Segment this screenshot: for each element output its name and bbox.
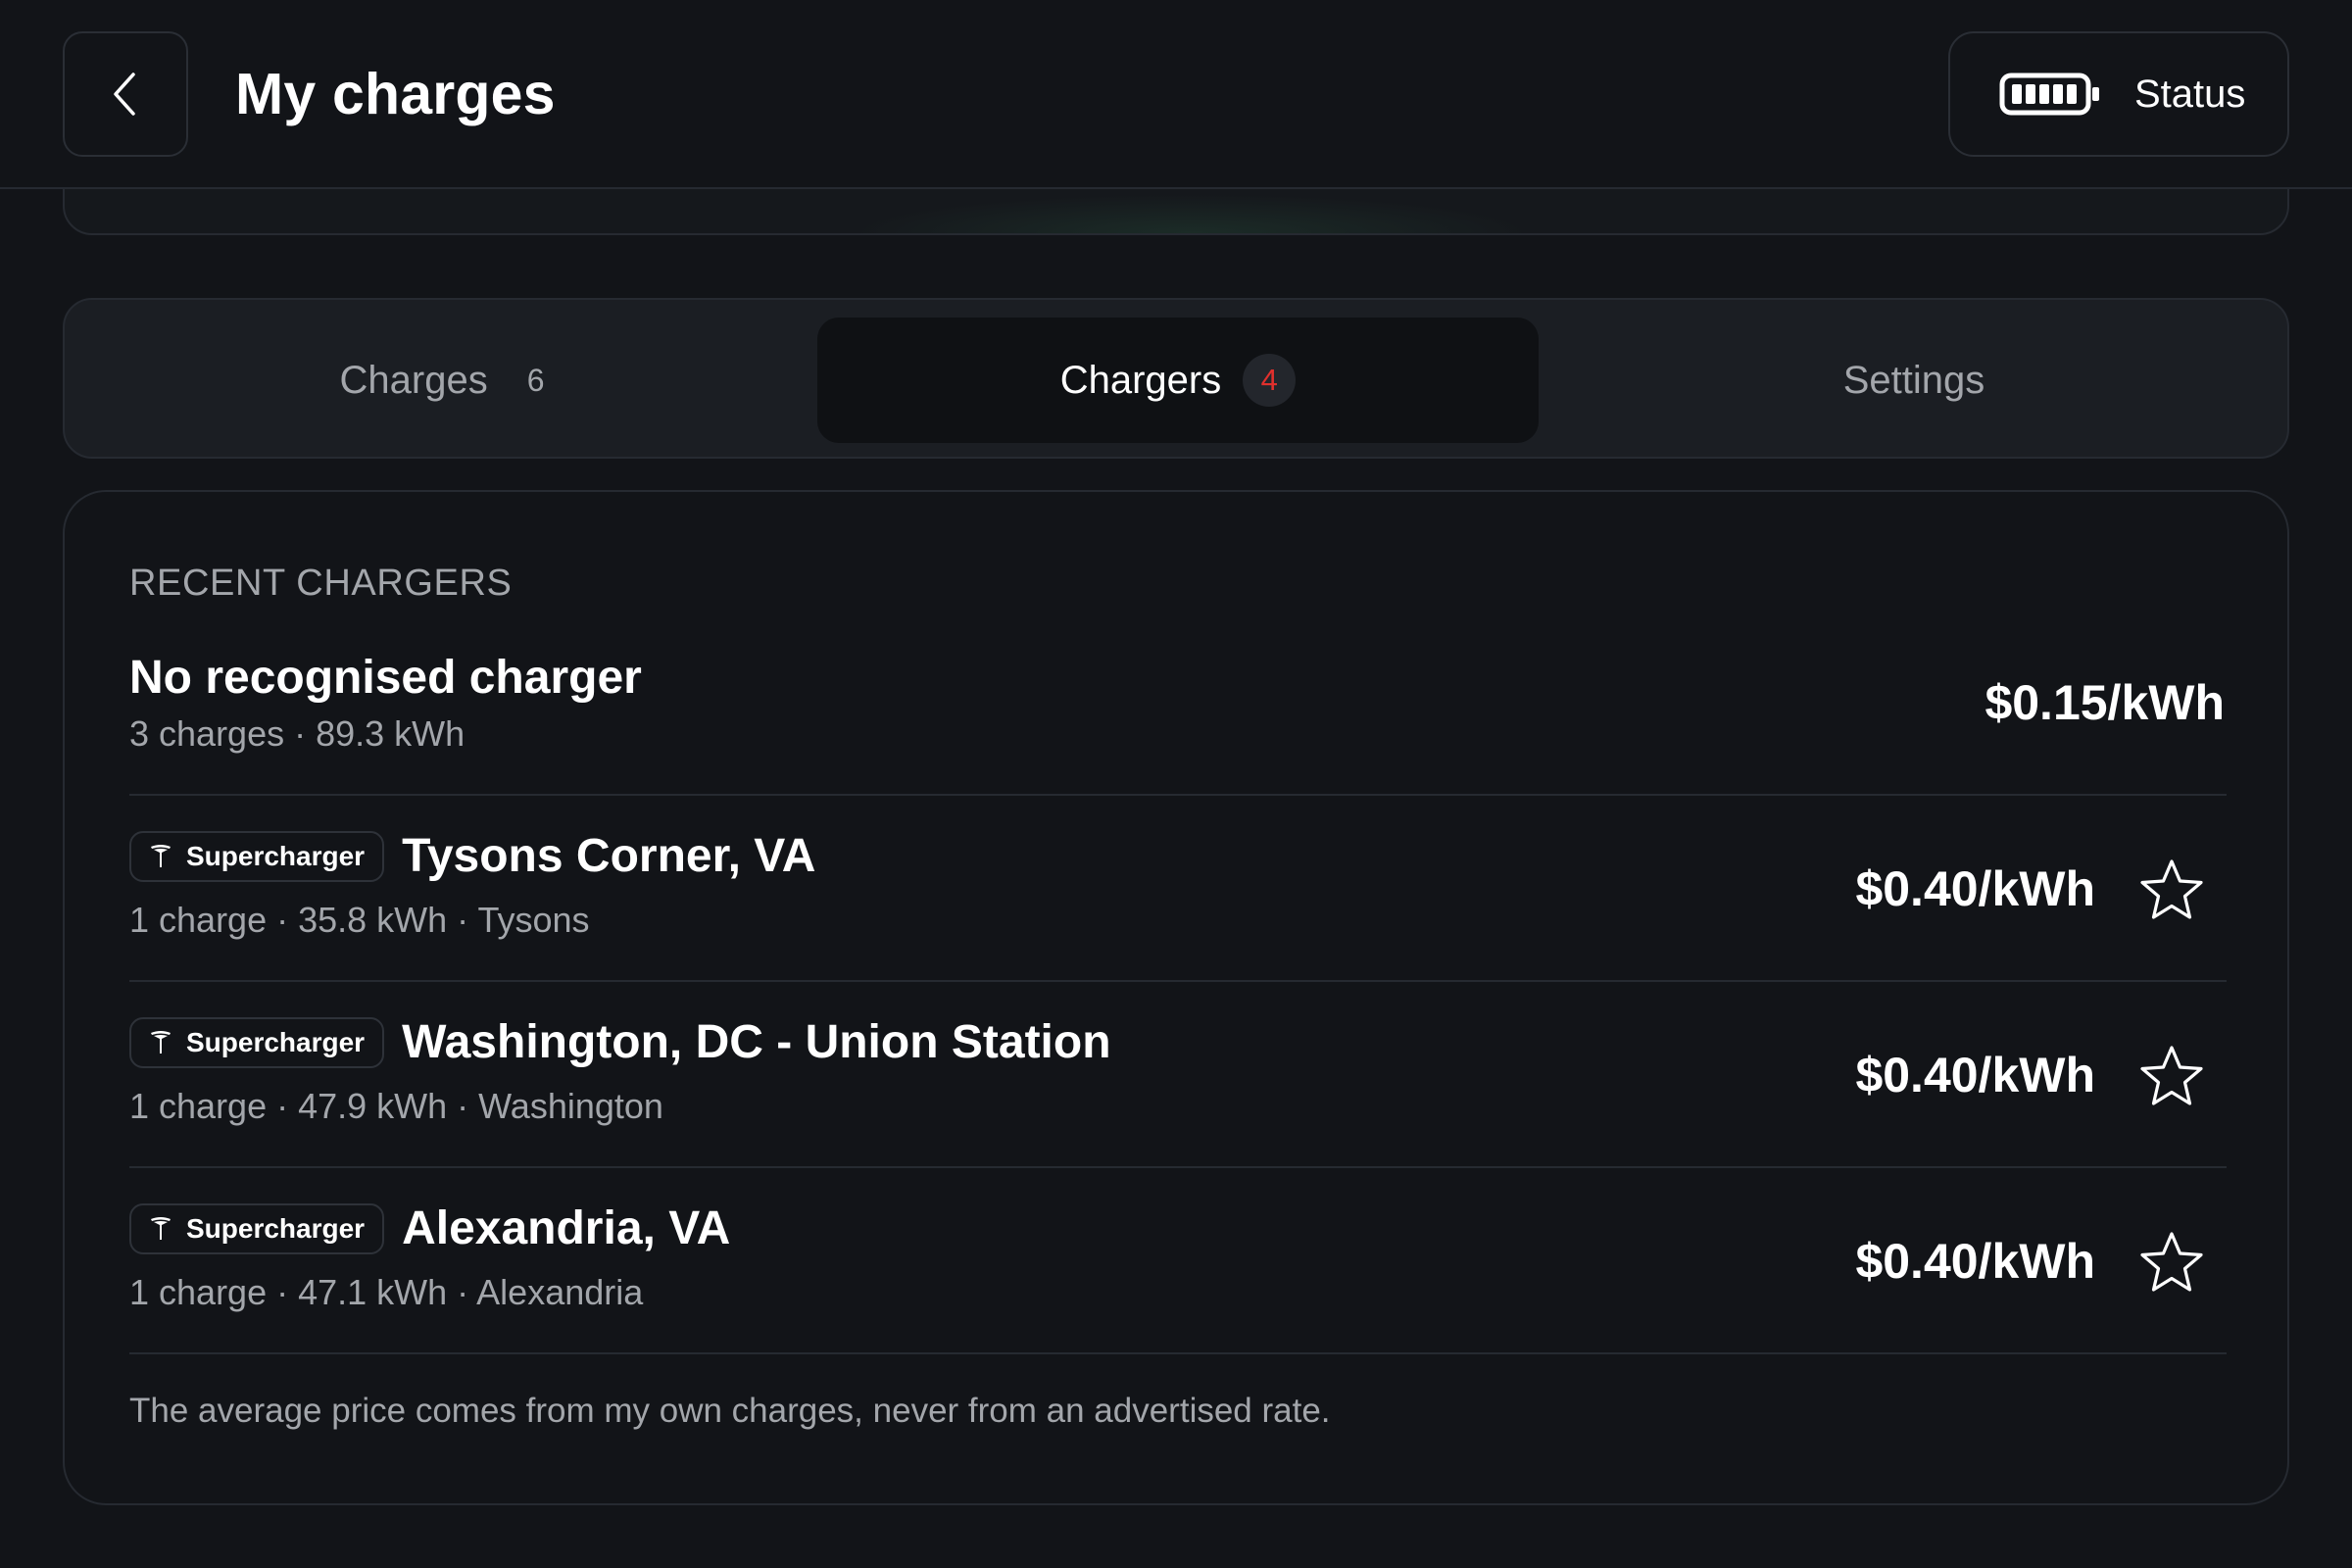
- recent-chargers-card: RECENT CHARGERS No recognised charger 3 …: [63, 490, 2289, 1505]
- charger-name: Alexandria, VA: [402, 1202, 731, 1254]
- charger-subtitle: 1 charge · 47.1 kWh · Alexandria: [129, 1272, 644, 1312]
- tag-label: Supercharger: [186, 840, 366, 871]
- favorite-button[interactable]: [2136, 855, 2207, 925]
- section-title: RECENT CHARGERS: [129, 563, 513, 604]
- tesla-logo-icon: [151, 844, 171, 867]
- supercharger-tag: Supercharger: [129, 1202, 385, 1254]
- divider: [129, 980, 2227, 982]
- battery-icon: [1999, 73, 2099, 116]
- back-button[interactable]: [63, 31, 188, 157]
- tab-chargers[interactable]: Chargers 4: [817, 318, 1539, 443]
- page-title: My charges: [235, 62, 556, 126]
- charger-subtitle: 1 charge · 47.9 kWh · Washington: [129, 1086, 663, 1126]
- charger-subtitle: 3 charges · 89.3 kWh: [129, 713, 466, 754]
- tab-charges-count: 6: [526, 362, 545, 398]
- star-icon: [2140, 1046, 2203, 1105]
- chevron-left-icon: [114, 73, 135, 116]
- footnote: The average price comes from my own char…: [129, 1392, 1331, 1430]
- divider: [129, 1166, 2227, 1168]
- charger-name: Washington, DC - Union Station: [402, 1016, 1111, 1068]
- charger-name: No recognised charger: [129, 652, 642, 704]
- star-icon: [2140, 1232, 2203, 1292]
- tab-charges-label: Charges: [339, 358, 488, 402]
- divider: [129, 794, 2227, 796]
- tesla-logo-icon: [151, 1216, 171, 1240]
- star-icon: [2140, 859, 2203, 919]
- app-header: My charges Status: [0, 0, 2352, 189]
- charger-row-0[interactable]: No recognised charger: [129, 651, 642, 705]
- favorite-button[interactable]: [2136, 1227, 2207, 1298]
- charger-row-1[interactable]: Supercharger Tysons Corner, VA: [129, 829, 815, 883]
- charger-price: $0.40/kWh: [1855, 861, 2095, 916]
- status-button[interactable]: Status: [1948, 31, 2289, 157]
- tag-label: Supercharger: [186, 1212, 366, 1244]
- tesla-logo-icon: [151, 1030, 171, 1054]
- tab-chargers-badge: 4: [1243, 354, 1297, 407]
- charger-row-2[interactable]: Supercharger Washington, DC - Union Stat…: [129, 1015, 1111, 1069]
- status-label: Status: [2134, 72, 2246, 116]
- tag-label: Supercharger: [186, 1026, 366, 1057]
- tab-bar: Charges 6 Chargers 4 Settings: [63, 298, 2289, 459]
- charger-price: $0.40/kWh: [1855, 1048, 2095, 1102]
- charger-subtitle: 1 charge · 35.8 kWh · Tysons: [129, 900, 590, 940]
- tab-settings[interactable]: Settings: [1554, 318, 2274, 443]
- favorite-button[interactable]: [2136, 1041, 2207, 1111]
- tab-chargers-label: Chargers: [1059, 358, 1222, 402]
- charger-name: Tysons Corner, VA: [402, 830, 816, 882]
- charger-row-3[interactable]: Supercharger Alexandria, VA: [129, 1201, 730, 1255]
- supercharger-tag: Supercharger: [129, 830, 385, 882]
- charger-price: $0.15/kWh: [1984, 675, 2225, 730]
- tab-charges[interactable]: Charges 6: [82, 318, 802, 443]
- card-glow: [849, 194, 1535, 233]
- tab-settings-label: Settings: [1842, 358, 1985, 402]
- charger-price: $0.40/kWh: [1855, 1234, 2095, 1289]
- divider: [129, 1352, 2227, 1354]
- supercharger-tag: Supercharger: [129, 1016, 385, 1068]
